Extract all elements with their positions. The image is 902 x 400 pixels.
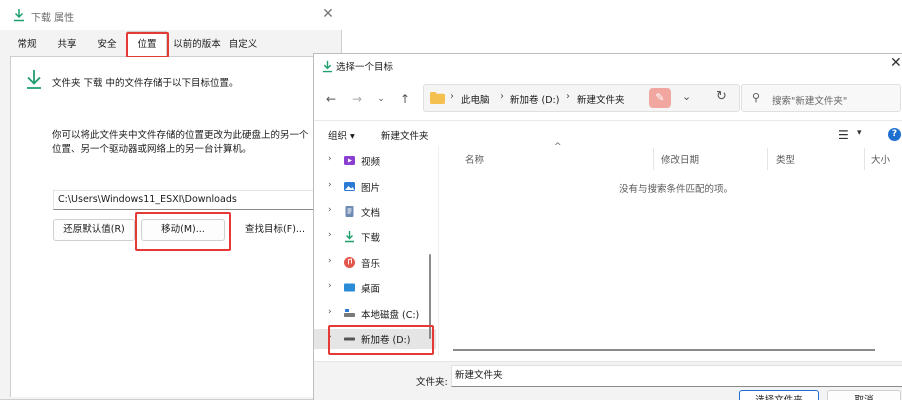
location-intro-text: 文件夹 下载 中的文件存储于以下目标位置。 bbox=[52, 78, 239, 89]
nav-item-documents[interactable]: › 文档 bbox=[314, 202, 436, 222]
video-icon bbox=[344, 156, 355, 165]
address-bar[interactable]: › 此电脑 › 新加卷 (D:) › 新建文件夹 ✎ ⌄ ↻ bbox=[423, 84, 740, 112]
column-name[interactable]: 名称 bbox=[465, 152, 484, 166]
chevron-right-icon[interactable]: › bbox=[328, 154, 332, 164]
nav-item-desktop[interactable]: › 桌面 bbox=[314, 278, 436, 298]
location-path-input[interactable]: C:\Users\Windows11_ESXI\Downloads bbox=[53, 190, 317, 210]
column-date-modified[interactable]: 修改日期 bbox=[661, 152, 699, 166]
breadcrumb-separator-icon: › bbox=[450, 91, 454, 102]
nav-item-label: 视频 bbox=[361, 157, 381, 168]
organize-menu[interactable]: 组织 ▾ bbox=[328, 128, 355, 142]
chevron-right-icon[interactable]: › bbox=[328, 205, 332, 215]
properties-titlebar: 下载 属性 ✕ bbox=[0, 0, 342, 30]
recent-locations-chevron-icon[interactable]: ⌄ bbox=[372, 90, 390, 108]
nav-item-label: 文档 bbox=[361, 208, 381, 219]
nav-item-music[interactable]: › 音乐 bbox=[314, 253, 436, 273]
drive-c-icon bbox=[344, 309, 355, 317]
nav-item-label: 音乐 bbox=[361, 259, 381, 270]
column-separator[interactable] bbox=[653, 148, 654, 170]
column-separator[interactable] bbox=[767, 148, 768, 170]
chevron-down-icon[interactable]: ⌄ bbox=[682, 90, 691, 103]
close-icon[interactable]: ✕ bbox=[890, 55, 902, 75]
find-target-button[interactable]: 查找目标(F)... bbox=[233, 219, 317, 241]
nav-item-label: 下载 bbox=[361, 233, 381, 244]
desktop-icon bbox=[344, 283, 355, 292]
breadcrumb-this-pc[interactable]: 此电脑 bbox=[461, 92, 490, 106]
nav-item-drive-c[interactable]: › 本地磁盘 (C:) bbox=[314, 304, 436, 324]
document-icon bbox=[345, 206, 354, 217]
chevron-right-icon[interactable]: › bbox=[328, 230, 332, 240]
picture-icon bbox=[344, 182, 355, 191]
chevron-right-icon[interactable]: › bbox=[328, 281, 332, 291]
nav-item-videos[interactable]: › 视频 bbox=[314, 151, 436, 171]
download-icon bbox=[345, 231, 354, 243]
help-icon[interactable]: ? bbox=[888, 128, 901, 141]
nav-item-pictures[interactable]: › 图片 bbox=[314, 177, 436, 197]
folder-download-icon bbox=[27, 70, 41, 89]
column-separator[interactable] bbox=[864, 148, 865, 170]
select-folder-button[interactable]: 选择文件夹 bbox=[739, 390, 819, 400]
folder-picker-dialog: 选择一个目标 ✕ ← → ⌄ ↑ › 此电脑 › 新加卷 (D:) › 新建文件… bbox=[313, 53, 902, 400]
highlight-drive-d bbox=[328, 325, 434, 355]
chevron-down-icon[interactable]: ▾ bbox=[857, 128, 862, 138]
breadcrumb-separator-icon: › bbox=[566, 91, 570, 102]
pane-divider bbox=[438, 146, 439, 356]
cancel-button[interactable]: 取消 bbox=[827, 390, 901, 400]
column-type[interactable]: 类型 bbox=[776, 152, 795, 166]
nav-item-label: 本地磁盘 (C:) bbox=[361, 310, 420, 321]
chevron-right-icon[interactable]: › bbox=[328, 307, 332, 317]
music-icon bbox=[344, 257, 355, 268]
highlight-tab-location bbox=[126, 32, 169, 58]
forward-arrow-icon[interactable]: → bbox=[348, 90, 366, 108]
edit-pen-icon[interactable]: ✎ bbox=[649, 88, 671, 108]
properties-title: 下载 属性 bbox=[31, 13, 75, 24]
up-arrow-icon[interactable]: ↑ bbox=[396, 90, 414, 108]
tab-security[interactable]: 安全 bbox=[90, 34, 124, 56]
picker-title: 选择一个目标 bbox=[336, 62, 394, 73]
nav-item-downloads[interactable]: › 下载 bbox=[314, 227, 436, 247]
breadcrumb-separator-icon: › bbox=[500, 91, 504, 102]
tab-general[interactable]: 常规 bbox=[10, 34, 44, 56]
location-description-line2: 位置、另一个驱动器或网络上的另一台计算机。 bbox=[52, 144, 252, 155]
restore-default-button[interactable]: 还原默认值(R) bbox=[53, 219, 135, 241]
refresh-icon[interactable]: ↻ bbox=[716, 89, 727, 104]
tab-previous-versions[interactable]: 以前的版本 bbox=[170, 34, 224, 56]
nav-item-label: 桌面 bbox=[361, 284, 381, 295]
horizontal-scrollbar[interactable] bbox=[453, 349, 875, 351]
search-placeholder: 搜索"新建文件夹" bbox=[772, 96, 848, 107]
download-icon bbox=[322, 60, 333, 73]
back-arrow-icon[interactable]: ← bbox=[322, 90, 340, 108]
search-icon: ⚲ bbox=[752, 91, 761, 104]
sort-ascending-icon: ^ bbox=[554, 142, 562, 152]
highlight-move-button bbox=[135, 212, 231, 251]
folder-field-label: 文件夹: bbox=[416, 377, 448, 388]
empty-results-message: 没有与搜索条件匹配的项。 bbox=[619, 184, 734, 195]
folder-icon bbox=[430, 92, 445, 104]
chevron-right-icon[interactable]: › bbox=[328, 180, 332, 190]
tab-sharing[interactable]: 共享 bbox=[50, 34, 84, 56]
properties-dialog: 下载 属性 ✕ 常规 共享 安全 位置 以前的版本 自定义 文件夹 下载 中的文… bbox=[0, 0, 342, 400]
close-icon[interactable]: ✕ bbox=[320, 6, 336, 22]
view-options-icon[interactable]: ☰ bbox=[838, 128, 849, 142]
new-folder-button[interactable]: 新建文件夹 bbox=[381, 128, 429, 142]
chevron-right-icon[interactable]: › bbox=[328, 256, 332, 266]
search-box[interactable]: ⚲ 搜索"新建文件夹" bbox=[741, 84, 901, 112]
tab-customize[interactable]: 自定义 bbox=[226, 34, 260, 56]
column-size[interactable]: 大小 bbox=[871, 152, 890, 166]
location-description-line1: 你可以将此文件夹中文件存储的位置更改为此硬盘上的另一个 bbox=[52, 130, 309, 141]
folder-name-input[interactable]: 新建文件夹 bbox=[451, 365, 902, 387]
breadcrumb-new-folder[interactable]: 新建文件夹 bbox=[577, 92, 625, 106]
download-icon bbox=[14, 9, 24, 22]
toolbar-divider bbox=[314, 120, 902, 121]
breadcrumb-volume-d[interactable]: 新加卷 (D:) bbox=[510, 92, 559, 106]
nav-item-label: 图片 bbox=[361, 183, 381, 194]
